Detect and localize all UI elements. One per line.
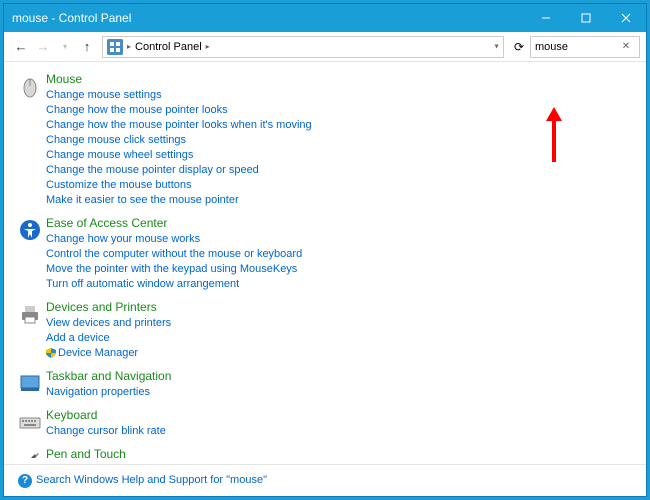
devices-printers-icon	[18, 300, 46, 361]
result-link[interactable]: Turn off automatic window arrangement	[46, 277, 632, 292]
section-body: Ease of Access Center Change how your mou…	[46, 216, 632, 292]
section-title[interactable]: Devices and Printers	[46, 300, 632, 314]
section-title[interactable]: Mouse	[46, 72, 632, 86]
result-link[interactable]: Change how your mouse works	[46, 232, 632, 247]
result-link[interactable]: Change how the mouse pointer looks when …	[46, 118, 632, 133]
maximize-button[interactable]	[566, 4, 606, 32]
section-body: Taskbar and Navigation Navigation propert…	[46, 369, 632, 400]
ease-of-access-icon	[18, 216, 46, 292]
keyboard-icon	[18, 408, 46, 439]
result-link[interactable]: Change mouse wheel settings	[46, 148, 632, 163]
result-link[interactable]: Control the computer without the mouse o…	[46, 247, 632, 262]
chevron-down-icon[interactable]: ▸	[492, 44, 501, 48]
chevron-right-icon: ▸	[127, 42, 131, 51]
result-link-shield[interactable]: Device Manager	[46, 346, 632, 361]
section-body: Pen and TouchChange touch input settings…	[46, 447, 632, 458]
search-help-link[interactable]: Search Windows Help and Support for "mou…	[36, 473, 267, 488]
result-link[interactable]: Add a device	[46, 331, 632, 346]
section-title[interactable]: Ease of Access Center	[46, 216, 632, 230]
recent-dropdown[interactable]: ▾	[54, 36, 76, 58]
result-link-label: Device Manager	[58, 347, 138, 359]
section-title[interactable]: Pen and Touch	[46, 447, 632, 458]
result-section: Pen and TouchChange touch input settings…	[18, 447, 632, 458]
taskbar-icon	[18, 369, 46, 400]
footer: ? Search Windows Help and Support for "m…	[4, 471, 646, 496]
close-button[interactable]	[606, 4, 646, 32]
result-link[interactable]: Navigation properties	[46, 385, 632, 400]
section-title[interactable]: Keyboard	[46, 408, 632, 422]
breadcrumb-item[interactable]: Control Panel	[135, 41, 202, 53]
result-link[interactable]: View devices and printers	[46, 316, 632, 331]
clear-search-button[interactable]: ✕	[616, 41, 636, 52]
titlebar: mouse - Control Panel	[4, 4, 646, 32]
results-area: MouseChange mouse settingsChange how the…	[4, 62, 646, 458]
result-section: Ease of Access Center Change how your mou…	[18, 216, 632, 292]
section-body: Keyboard Change cursor blink rate	[46, 408, 632, 439]
result-link[interactable]: Move the pointer with the keypad using M…	[46, 262, 632, 277]
breadcrumb[interactable]: ▸ Control Panel ▸ ▸	[102, 36, 504, 58]
result-link[interactable]: Change mouse click settings	[46, 133, 632, 148]
result-link[interactable]: Customize the mouse buttons	[46, 178, 632, 193]
window-controls	[526, 4, 646, 32]
result-section: Devices and Printers View devices and pri…	[18, 300, 632, 361]
section-title[interactable]: Taskbar and Navigation	[46, 369, 632, 383]
pen-touch-icon	[18, 447, 46, 458]
forward-button[interactable]: →	[32, 36, 54, 58]
divider	[4, 464, 646, 465]
search-input[interactable]	[531, 41, 616, 53]
up-button[interactable]: ↑	[76, 36, 98, 58]
search-box[interactable]: ✕	[530, 36, 640, 58]
result-link[interactable]: Change the mouse pointer display or spee…	[46, 163, 632, 178]
result-link[interactable]: Change cursor blink rate	[46, 424, 632, 439]
result-link[interactable]: Change how the mouse pointer looks	[46, 103, 632, 118]
result-section: MouseChange mouse settingsChange how the…	[18, 72, 632, 208]
result-link[interactable]: Make it easier to see the mouse pointer	[46, 193, 632, 208]
section-body: Devices and Printers View devices and pri…	[46, 300, 632, 361]
control-panel-window: mouse - Control Panel ← → ▾ ↑ ▸ Control …	[4, 4, 646, 496]
mouse-icon	[18, 72, 46, 208]
window-title: mouse - Control Panel	[12, 11, 131, 25]
refresh-button[interactable]: ⟳	[508, 36, 530, 58]
back-button[interactable]: ←	[10, 36, 32, 58]
result-link[interactable]: Change mouse settings	[46, 88, 632, 103]
section-body: MouseChange mouse settingsChange how the…	[46, 72, 632, 208]
chevron-right-icon: ▸	[206, 42, 210, 51]
help-icon: ?	[18, 474, 32, 488]
minimize-button[interactable]	[526, 4, 566, 32]
toolbar: ← → ▾ ↑ ▸ Control Panel ▸ ▸ ⟳ ✕	[4, 32, 646, 62]
result-section: Taskbar and Navigation Navigation propert…	[18, 369, 632, 400]
control-panel-icon	[107, 39, 123, 55]
result-section: Keyboard Change cursor blink rate	[18, 408, 632, 439]
uac-shield-icon	[46, 348, 56, 358]
